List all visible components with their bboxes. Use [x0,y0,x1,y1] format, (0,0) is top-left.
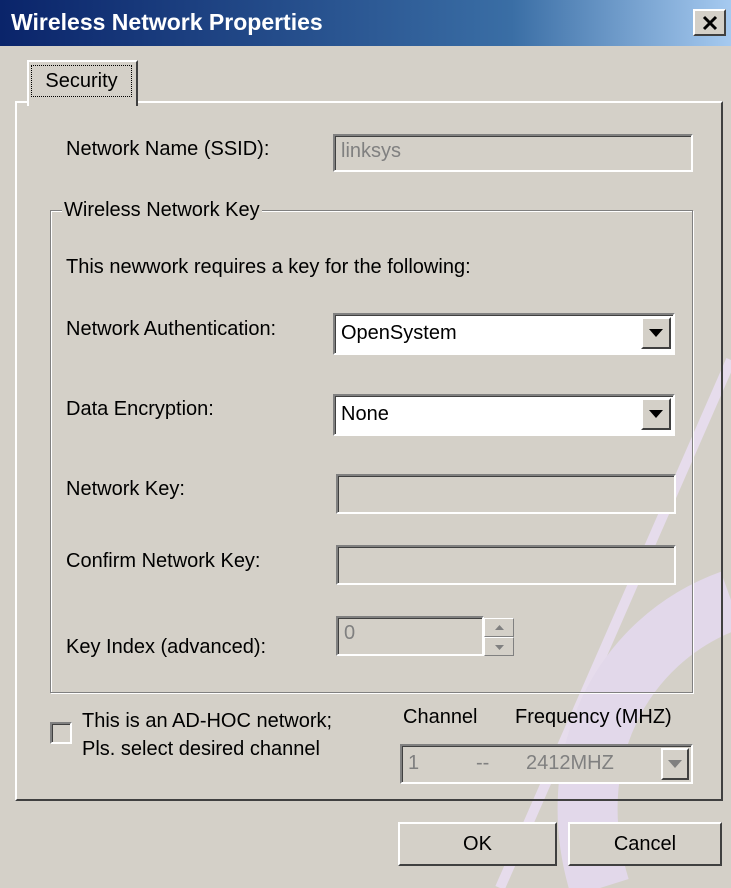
spin-down-icon [495,645,504,650]
channel-dropdown-button [661,748,689,780]
adhoc-label-line1: This is an AD-HOC network; [82,710,333,732]
spin-up-icon [495,625,504,630]
chevron-down-icon [668,760,682,768]
key-index-down-button [484,637,514,656]
adhoc-checkbox[interactable] [50,722,72,744]
key-intro-text: This newwork requires a key for the foll… [66,256,471,278]
encryption-dropdown-button[interactable] [641,398,671,430]
ssid-field: linksys [333,134,693,172]
title-bar: Wireless Network Properties [0,0,731,46]
cancel-button[interactable]: Cancel [568,822,722,866]
frequency-value: 2412MHZ [526,752,614,774]
window-title: Wireless Network Properties [11,9,323,35]
key-index-up-button [484,618,514,637]
authentication-dropdown[interactable]: OpenSystem [333,313,675,355]
close-icon [702,15,718,31]
confirm-key-field [336,545,676,585]
authentication-dropdown-button[interactable] [641,317,671,349]
network-key-label: Network Key: [66,478,185,500]
close-button[interactable] [693,9,726,36]
ssid-label: Network Name (SSID): [66,138,270,160]
wireless-key-group-title: Wireless Network Key [62,199,262,222]
channel-header: Channel [403,706,478,728]
confirm-key-label: Confirm Network Key: [66,550,261,572]
chevron-down-icon [649,410,663,418]
ok-button[interactable]: OK [398,822,557,866]
channel-separator: -- [476,752,490,774]
authentication-label: Network Authentication: [66,318,277,340]
tab-security-label: Security [30,64,133,98]
channel-dropdown: 1 -- 2412MHZ [400,744,693,784]
authentication-value: OpenSystem [341,322,457,344]
key-index-field: 0 [336,616,484,656]
chevron-down-icon [649,329,663,337]
encryption-label: Data Encryption: [66,398,214,420]
encryption-value: None [341,403,389,425]
frequency-header: Frequency (MHZ) [515,706,672,728]
key-index-label: Key Index (advanced): [66,636,267,658]
encryption-dropdown[interactable]: None [333,394,675,436]
network-key-field [336,474,676,514]
adhoc-label-line2: Pls. select desired channel [82,738,320,760]
channel-value: 1 [408,752,420,774]
